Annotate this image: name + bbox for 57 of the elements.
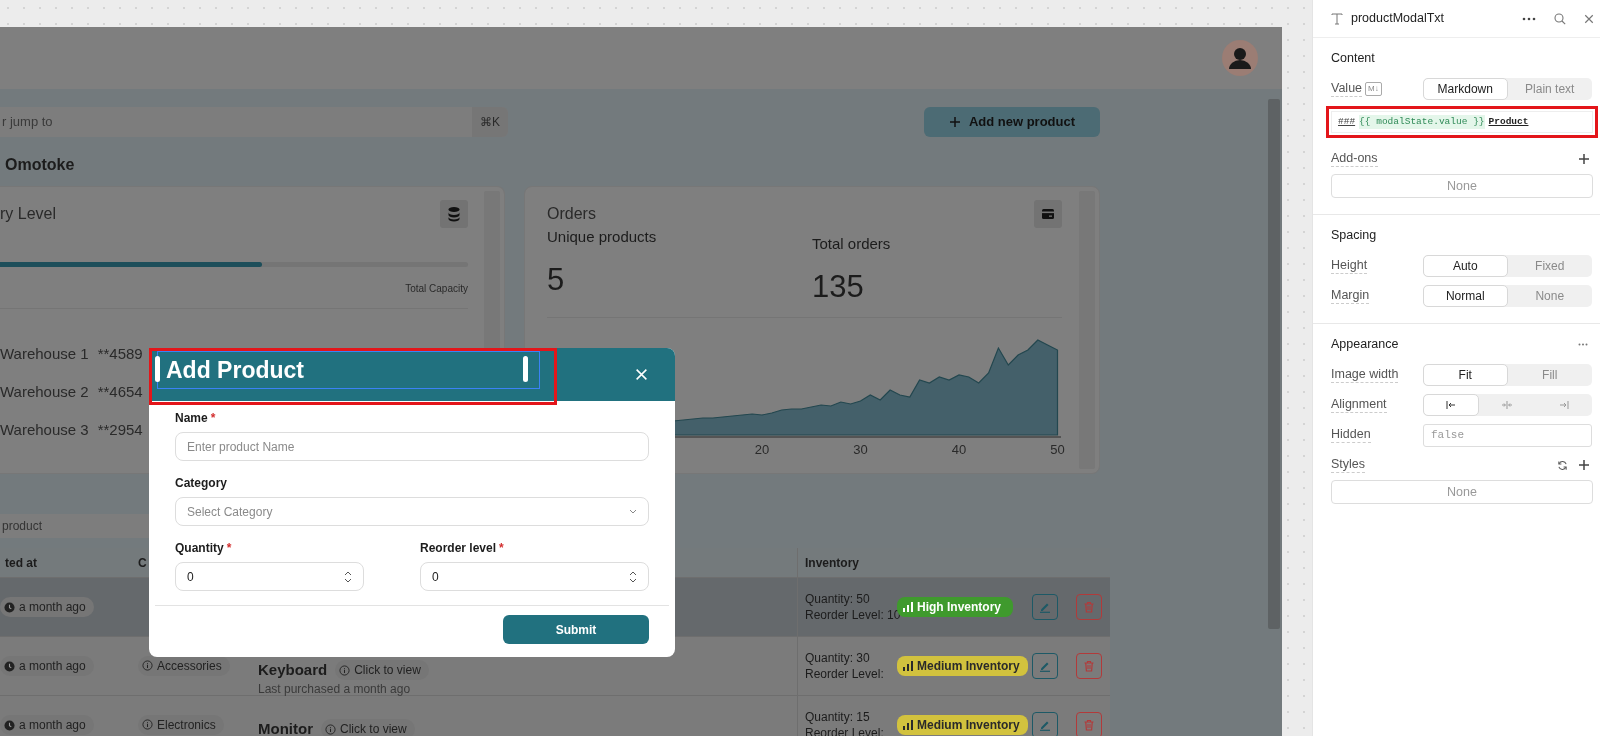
property-label: Margin xyxy=(1331,288,1370,304)
required-mark: * xyxy=(226,541,232,555)
warehouse-code: **2954 xyxy=(97,420,143,440)
inventory-badge: Medium Inventory xyxy=(897,715,1028,735)
axis-label: 20 xyxy=(753,441,771,459)
column-header: C xyxy=(138,554,147,572)
required-mark: * xyxy=(499,541,504,555)
component-name: productModalTxt xyxy=(1351,10,1446,28)
property-label: Value xyxy=(1331,81,1363,97)
axis-label: 30 xyxy=(852,441,869,459)
section-title: Spacing xyxy=(1331,226,1377,244)
property-label: Styles xyxy=(1331,457,1366,473)
product-name: Monitor xyxy=(258,719,313,736)
column-header: Inventory xyxy=(805,554,859,572)
property-label: Alignment xyxy=(1331,397,1387,413)
inventory-badge: Medium Inventory xyxy=(897,656,1028,676)
inventory-badge: High Inventory xyxy=(897,597,1013,617)
column-header: ted at xyxy=(5,554,37,572)
field-label: Quantity xyxy=(175,541,224,555)
quantity-text: Quantity: 30 xyxy=(805,650,871,666)
category-tag: Electronics xyxy=(138,714,224,735)
date-tag: a month ago xyxy=(0,715,94,735)
quantity-text: Quantity: 15 xyxy=(805,709,871,725)
property-label: Add-ons xyxy=(1331,151,1378,167)
date-tag: a month ago xyxy=(0,597,94,617)
stat-label: Total orders xyxy=(812,235,892,253)
capacity-label: Total Capacity xyxy=(404,282,468,296)
card-title: Orders xyxy=(547,204,596,224)
stat-value: 5 xyxy=(547,261,566,299)
section-title: Content xyxy=(1331,49,1375,67)
quantity-text: Quantity: 50 xyxy=(805,591,871,607)
card-title: ry Level xyxy=(0,204,57,224)
field-label: Reorder level xyxy=(420,541,497,555)
markdown-tag: M↓ xyxy=(1365,82,1382,96)
warehouse-code: **4654 xyxy=(97,382,143,402)
shortcut-hint: ⌘K xyxy=(472,107,508,137)
property-label: Hidden xyxy=(1331,427,1371,443)
product-name: Keyboard xyxy=(258,660,328,680)
warehouse-name: Warehouse 3 xyxy=(0,420,89,440)
last-purchased-text: Last purchased a month ago xyxy=(258,681,412,696)
greeting-heading: Omotoke xyxy=(4,155,76,175)
category-tag: Accessories xyxy=(138,655,230,676)
field-label: Category xyxy=(175,476,227,490)
reorder-text: Reorder Level: xyxy=(805,666,885,682)
field-label: Name xyxy=(175,411,208,425)
date-tag: a month ago xyxy=(0,656,94,676)
axis-label: 40 xyxy=(950,441,968,459)
warehouse-name: Warehouse 2 xyxy=(0,382,89,402)
property-label: Image width xyxy=(1331,367,1399,383)
warehouse-code: **4589 xyxy=(97,344,143,364)
stat-label: Unique products xyxy=(547,228,658,246)
stat-value: 135 xyxy=(812,268,865,306)
property-label: Height xyxy=(1331,258,1368,274)
section-title: Appearance xyxy=(1331,335,1399,353)
warehouse-name: Warehouse 1 xyxy=(0,344,89,364)
axis-label: 50 xyxy=(1049,441,1066,459)
required-mark: * xyxy=(210,411,216,425)
